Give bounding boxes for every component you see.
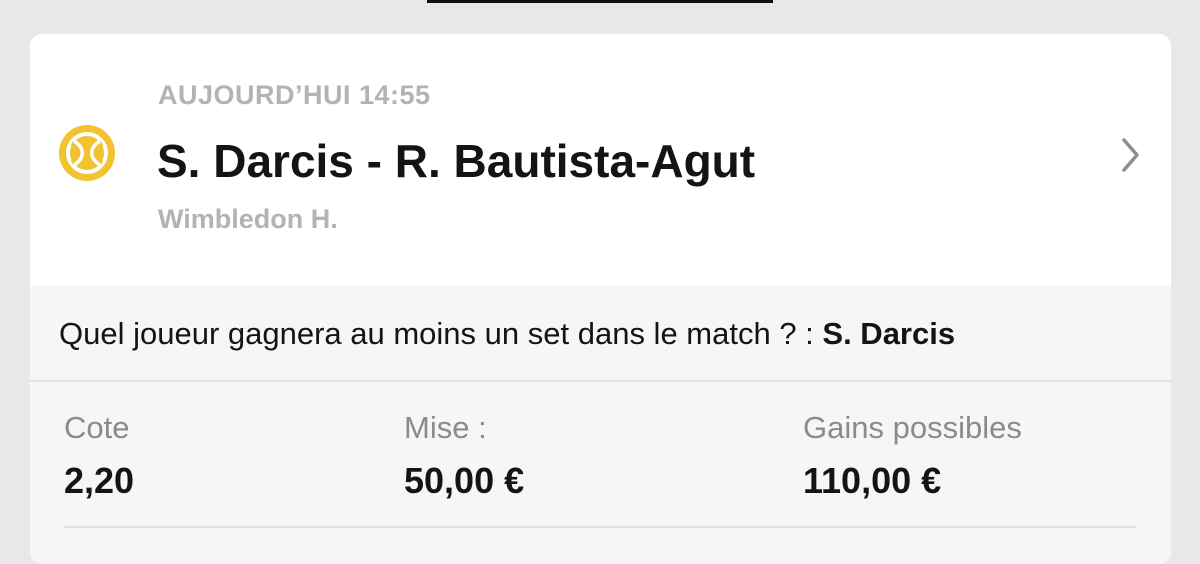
- cut-off-row: [64, 540, 1136, 560]
- potential-winnings-label: Gains possibles: [803, 410, 1022, 445]
- bet-selection: S. Darcis: [822, 316, 956, 351]
- potential-winnings-value: 110,00 €: [803, 460, 942, 501]
- odds-label: Cote: [64, 410, 130, 445]
- bet-question: Quel joueur gagnera au moins un set dans…: [59, 316, 823, 351]
- odds-value: 2,20: [64, 460, 135, 501]
- chevron-right-icon[interactable]: [1120, 136, 1142, 174]
- match-title: S. Darcis - R. Bautista-Agut: [157, 135, 756, 187]
- divider: [64, 526, 1136, 528]
- stake-stat: Mise : 50,00 €: [404, 410, 524, 502]
- stake-value: 50,00 €: [404, 460, 525, 501]
- odds-stat: Cote 2,20: [64, 410, 134, 502]
- tennis-ball-icon: [59, 125, 115, 181]
- potential-winnings-stat: Gains possibles 110,00 €: [803, 410, 1022, 502]
- bet-text: Quel joueur gagnera au moins un set dans…: [59, 316, 955, 352]
- match-datetime: AUJOURD’HUI 14:55: [158, 80, 431, 110]
- top-bar: [427, 0, 773, 3]
- bet-stats: Cote 2,20 Mise : 50,00 € Gains possibles…: [30, 382, 1171, 564]
- stake-label: Mise :: [404, 410, 487, 445]
- event-header[interactable]: AUJOURD’HUI 14:55 S. Darcis - R. Bautist…: [30, 34, 1171, 286]
- tournament-name: Wimbledon H.: [158, 204, 338, 234]
- bet-card: AUJOURD’HUI 14:55 S. Darcis - R. Bautist…: [30, 34, 1171, 564]
- bet-selection-row: Quel joueur gagnera au moins un set dans…: [30, 286, 1171, 382]
